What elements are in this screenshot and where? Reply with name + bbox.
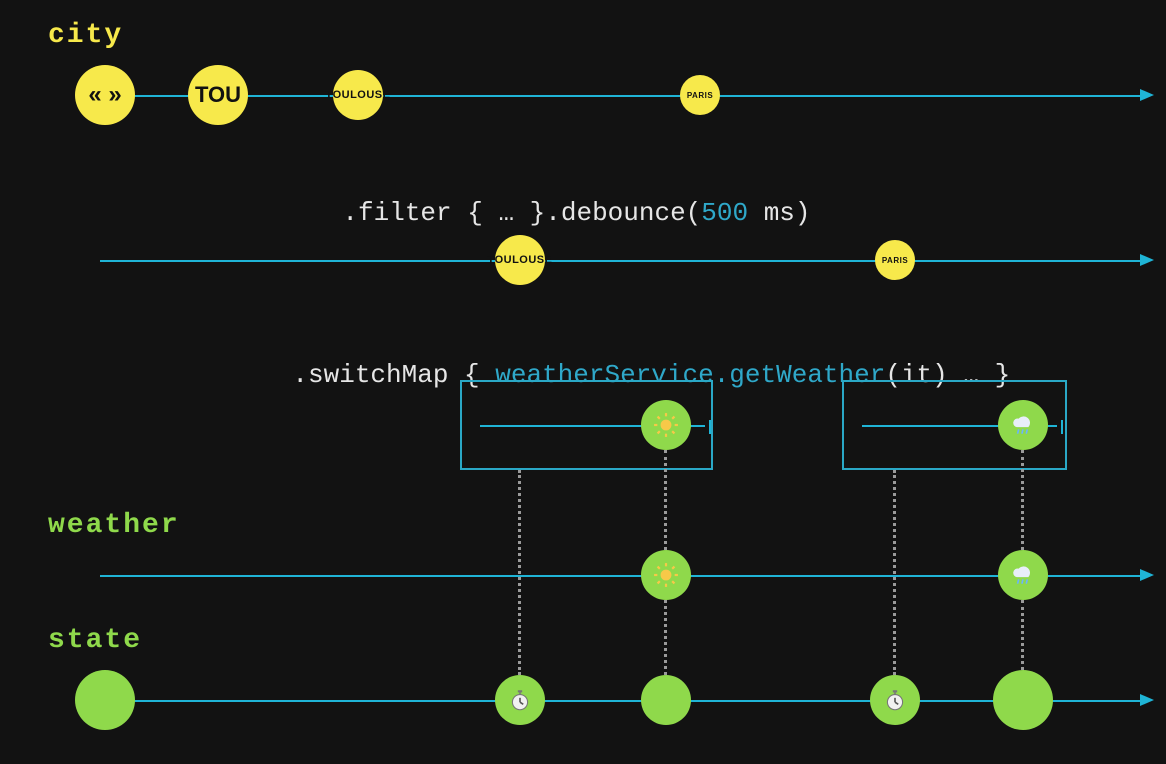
- cloud-rain-icon: [1010, 562, 1036, 588]
- dotted-toulouse-start: [518, 470, 521, 675]
- marble-city-toulouse-text: TOULOUSE: [326, 89, 391, 101]
- marble-city-tou: TOU: [188, 65, 248, 125]
- inner-marble-rain: [998, 400, 1048, 450]
- timeline-debounced: [100, 260, 1140, 262]
- inner-marble-sun: [641, 400, 691, 450]
- label-state: state: [48, 625, 142, 656]
- inner-line-toulouse-tick: [709, 420, 711, 434]
- marble-city-quotes: « »: [75, 65, 135, 125]
- code-line1-num: 500: [701, 198, 748, 228]
- marble-state-loading-2: [870, 675, 920, 725]
- marble-weather-rain: [998, 550, 1048, 600]
- dotted-rain-lower: [1021, 600, 1024, 670]
- label-city: city: [48, 20, 123, 51]
- dotted-rain-upper: [1021, 450, 1024, 550]
- marble-debounced-paris: PARIS: [875, 240, 915, 280]
- marble-state-loaded-2: [993, 670, 1053, 730]
- marble-state-loaded-1: [641, 675, 691, 725]
- marble-weather-sun: [641, 550, 691, 600]
- marble-debounced-toulouse-text: TOULOUSE: [488, 254, 553, 266]
- marble-debounced-paris-text: PARIS: [882, 256, 908, 265]
- inner-line-paris-tick: [1061, 420, 1063, 434]
- sun-icon: [653, 412, 679, 438]
- dotted-paris-start: [893, 470, 896, 675]
- marble-state-loading-1: [495, 675, 545, 725]
- marble-city-paris-text: PARIS: [687, 91, 713, 100]
- stopwatch-icon: [882, 687, 908, 713]
- dotted-sun-upper: [664, 450, 667, 550]
- cloud-rain-icon: [1010, 412, 1036, 438]
- marble-state-initial: [75, 670, 135, 730]
- code-line1-pre: .filter { … }.debounce(: [342, 198, 701, 228]
- stopwatch-icon: [507, 687, 533, 713]
- code-filter-debounce: .filter { … }.debounce(500 ms): [280, 168, 811, 258]
- marble-city-paris: PARIS: [680, 75, 720, 115]
- marble-debounced-toulouse: TOULOUSE: [495, 235, 545, 285]
- marble-city-tou-text: TOU: [195, 82, 241, 108]
- marble-city-quotes-text: « »: [88, 81, 121, 109]
- arrow-state: [1140, 694, 1154, 706]
- sun-icon: [653, 562, 679, 588]
- dotted-sun-lower: [664, 600, 667, 675]
- timeline-state: [80, 700, 1140, 702]
- arrow-weather: [1140, 569, 1154, 581]
- label-weather: weather: [48, 510, 180, 541]
- marble-city-toulouse: TOULOUSE: [333, 70, 383, 120]
- arrow-city: [1140, 89, 1154, 101]
- arrow-debounced: [1140, 254, 1154, 266]
- timeline-weather: [100, 575, 1140, 577]
- code-line1-post: ms): [748, 198, 810, 228]
- marble-diagram: city « » TOU TOULOUSE PARIS .filter { … …: [0, 0, 1166, 764]
